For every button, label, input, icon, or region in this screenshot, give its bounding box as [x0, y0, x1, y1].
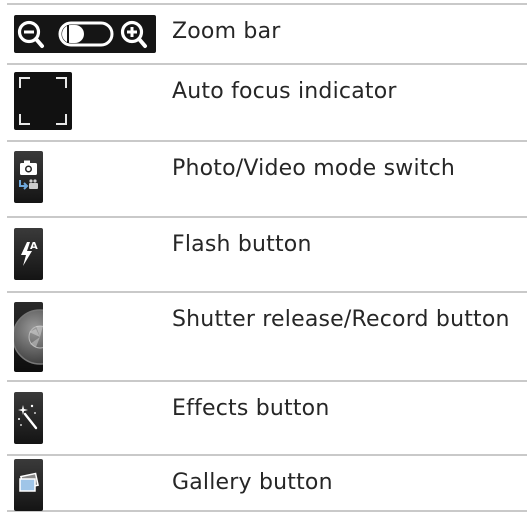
row-label: Gallery button [172, 470, 333, 495]
flash-icon-cell: A [7, 228, 157, 280]
svg-text:A: A [30, 241, 38, 252]
row-label: Photo/Video mode switch [172, 156, 456, 181]
row-label: Zoom bar [172, 19, 281, 44]
camera-mode-switch-icon [14, 151, 43, 203]
table-row: A Flash button [7, 216, 527, 291]
table-row: Shutter release/Record button [7, 291, 527, 380]
table-row: Effects button [7, 380, 527, 454]
flash-auto-icon: A [14, 228, 43, 280]
table-row: Photo/Video mode switch [7, 140, 527, 216]
focus-icon-cell [7, 72, 157, 130]
row-label: Effects button [172, 396, 330, 421]
mode-switch-icon-cell [7, 151, 157, 203]
gallery-photos-icon [14, 459, 43, 511]
row-label: Auto focus indicator [172, 79, 397, 104]
zoom-bar-icon [14, 15, 156, 53]
focus-frame-icon [14, 72, 72, 130]
table-row: Gallery button [7, 454, 527, 512]
zoom-bar-icon-cell [7, 15, 157, 55]
legend-table: Zoom bar Auto focus indicator Photo/Vide… [7, 3, 527, 512]
table-row: Zoom bar [7, 3, 527, 63]
magic-wand-icon [14, 392, 43, 444]
gallery-icon-cell [7, 459, 157, 511]
shutter-icon [14, 302, 43, 372]
row-label: Shutter release/Record button [172, 307, 510, 332]
table-row: Auto focus indicator [7, 63, 527, 140]
effects-icon-cell [7, 392, 157, 444]
shutter-icon-cell [7, 302, 157, 372]
row-label: Flash button [172, 232, 312, 257]
